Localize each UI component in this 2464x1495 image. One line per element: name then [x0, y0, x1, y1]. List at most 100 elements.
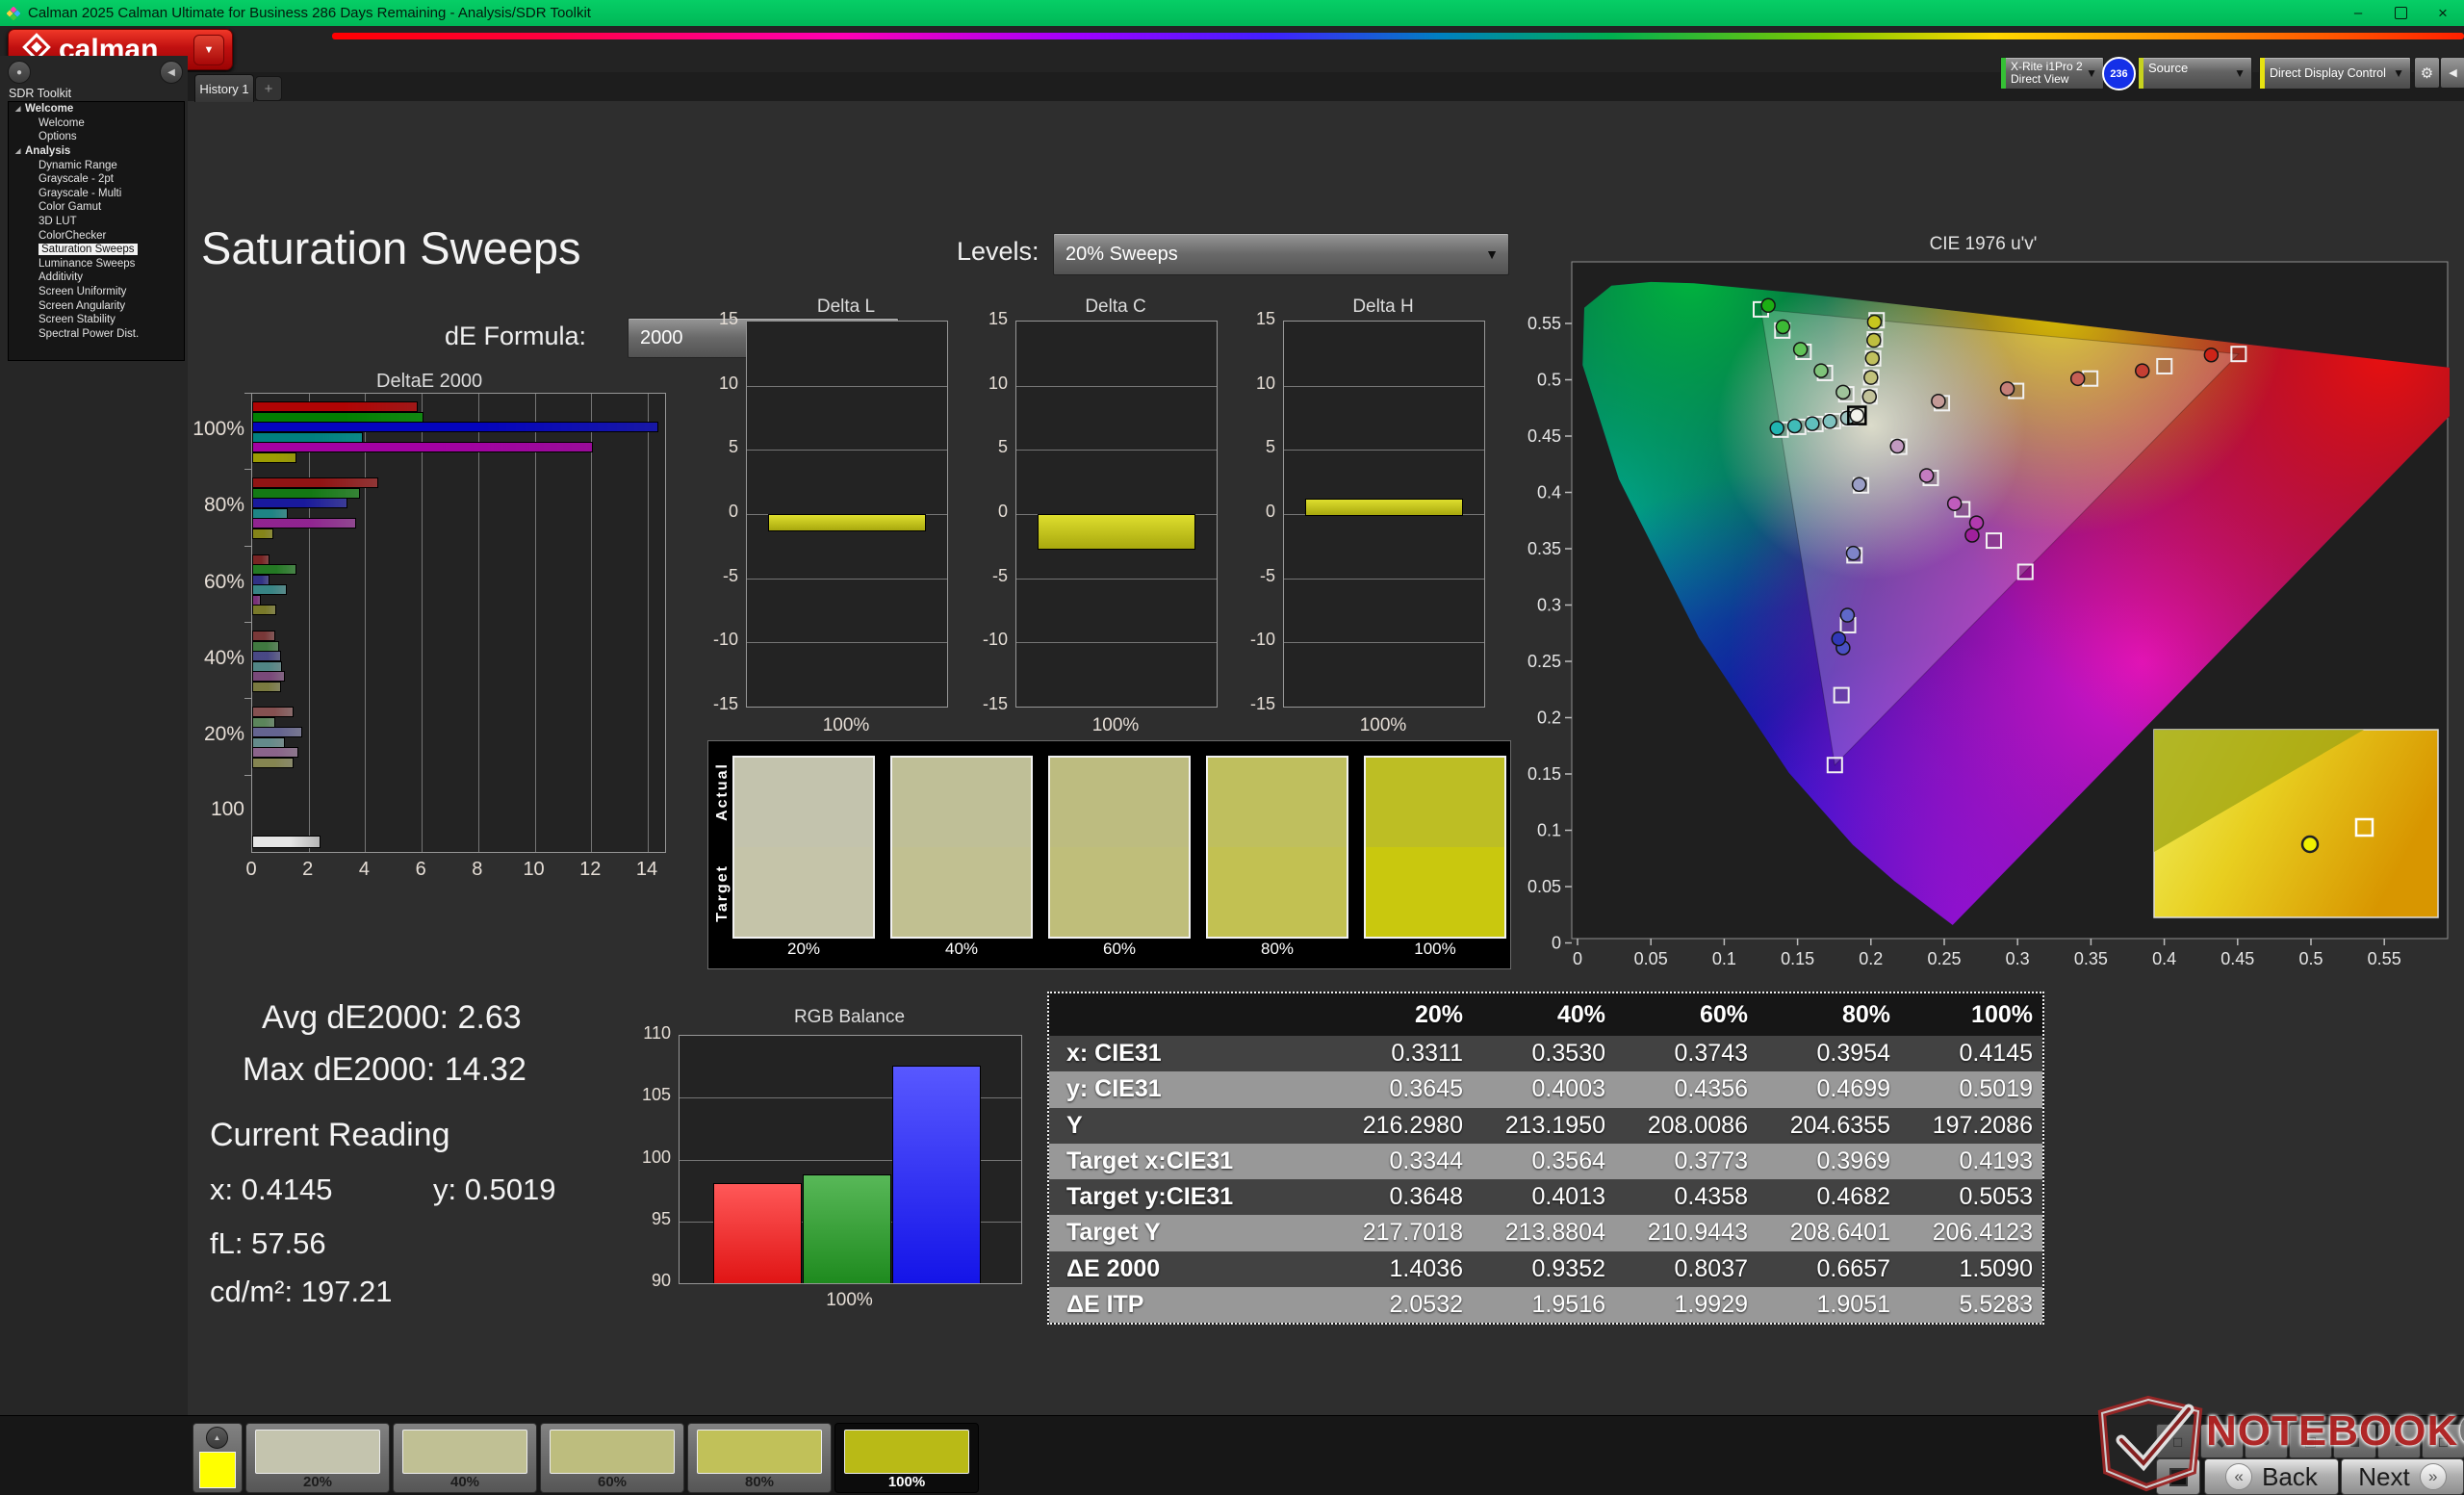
expand-patches-button[interactable]: ▲ — [206, 1427, 228, 1449]
svg-text:0.15: 0.15 — [1527, 764, 1561, 784]
axis-tick-label: 10 — [1233, 374, 1275, 394]
back-button[interactable]: « Back — [2204, 1458, 2339, 1495]
table-row[interactable]: x: CIE310.33110.35300.37430.39540.4145 — [1049, 1036, 2042, 1071]
axis-tick — [244, 469, 251, 470]
display-control-dropdown[interactable]: Direct Display Control ▼ — [2259, 57, 2411, 90]
settings-button[interactable]: ⚙ — [2414, 57, 2440, 89]
svg-text:0.5: 0.5 — [1537, 371, 1561, 390]
gear-icon: ⚙ — [2421, 64, 2433, 82]
axis-tick-label: 0 — [696, 502, 738, 522]
axis-tick-label: 0 — [237, 859, 266, 881]
close-button[interactable]: × — [2422, 0, 2464, 26]
sidebar-item-grayscale-2pt[interactable]: Grayscale - 2pt — [9, 172, 184, 187]
sidebar-item-additivity[interactable]: Additivity — [9, 271, 184, 285]
cie-measurement-dot — [1806, 417, 1819, 430]
sidebar-item-grayscale-multi[interactable]: Grayscale - Multi — [9, 187, 184, 201]
next-button[interactable]: Next » — [2341, 1458, 2464, 1495]
table-row[interactable]: Target y:CIE310.36480.40130.43580.46820.… — [1049, 1179, 2042, 1215]
grid-line — [1016, 642, 1217, 643]
de-formula-label: dE Formula: — [445, 322, 586, 351]
column-header: 60% — [1615, 1001, 1758, 1029]
plot-area — [1283, 321, 1485, 708]
table-row[interactable]: y: CIE310.36450.40030.43560.46990.5019 — [1049, 1071, 2042, 1107]
sidebar-item-3d-lut[interactable]: 3D LUT — [9, 215, 184, 229]
display-status-bar — [2260, 58, 2265, 89]
axis-tick-label: 8 — [463, 859, 492, 881]
logo-dropdown-arrow[interactable]: ▼ — [193, 35, 224, 65]
sidebar-collapse-button[interactable]: ◀ — [160, 61, 183, 84]
maximize-button[interactable] — [2379, 0, 2422, 26]
patch-thumb-60%[interactable]: 60% — [540, 1423, 684, 1493]
tree-item-label: Grayscale - Multi — [38, 188, 121, 199]
sidebar-item-screen-stability[interactable]: Screen Stability — [9, 313, 184, 327]
sidebar-item-spectral-power-dist-[interactable]: Spectral Power Dist. — [9, 327, 184, 342]
group-label: 60% — [179, 571, 244, 594]
grid-line — [1284, 579, 1484, 580]
patch-thumb-20%[interactable]: 20% — [245, 1423, 390, 1493]
target-label: Target — [714, 864, 732, 922]
source-label: Source — [2148, 61, 2188, 75]
cie-measurement-dot — [1832, 632, 1845, 646]
table-row[interactable]: ΔE 20001.40360.93520.80370.66571.5090 — [1049, 1251, 2042, 1287]
bar-segment — [252, 442, 593, 452]
swatch-40% — [890, 756, 1033, 939]
sidebar-item-welcome[interactable]: Welcome — [9, 116, 184, 131]
sweep-data-table[interactable]: 20%40%60%80%100%x: CIE310.33110.35300.37… — [1047, 992, 2044, 1325]
axis-tick-label: 95 — [632, 1209, 671, 1229]
collapse-panel-button[interactable]: ◀ — [2440, 57, 2464, 89]
sidebar-item-screen-angularity[interactable]: Screen Angularity — [9, 298, 184, 313]
sidebar-item-luminance-sweeps[interactable]: Luminance Sweeps — [9, 257, 184, 271]
axis-tick-label: 10 — [696, 374, 738, 394]
tab-history-1[interactable]: History 1 — [194, 74, 254, 102]
cell-value: 213.8804 — [1473, 1219, 1615, 1247]
source-dropdown[interactable]: Source ▼ — [2138, 57, 2252, 90]
patch-thumb-80%[interactable]: 80% — [687, 1423, 832, 1493]
axis-tick-label: 5 — [1233, 437, 1275, 457]
sidebar-item-options[interactable]: Options — [9, 130, 184, 144]
levels-dropdown[interactable]: 20% Sweeps ▼ — [1053, 233, 1509, 275]
minimize-button[interactable]: – — [2337, 0, 2379, 26]
notebookcheck-shield-icon — [2091, 1394, 2211, 1492]
row-label: Target Y — [1049, 1219, 1330, 1247]
sidebar-pin-button[interactable]: ● — [8, 61, 31, 84]
tree-item-label: Grayscale - 2pt — [38, 173, 114, 185]
table-row[interactable]: ΔE ITP2.05321.95161.99291.90515.5283 — [1049, 1287, 2042, 1323]
axis-tick-label: 90 — [632, 1271, 671, 1291]
maximize-icon — [2395, 7, 2407, 19]
tree-item-label: Dynamic Range — [38, 160, 117, 171]
cie-measurement-dot — [2001, 382, 2015, 396]
table-row[interactable]: Target Y217.7018213.8804210.9443208.6401… — [1049, 1215, 2042, 1250]
toolkit-title: SDR Toolkit — [9, 87, 71, 100]
table-row[interactable]: Target x:CIE310.33440.35640.37730.39690.… — [1049, 1144, 2042, 1179]
swatch-label: 80% — [1206, 940, 1348, 959]
tree-item-label: Luminance Sweeps — [38, 258, 135, 270]
bar-segment — [1305, 499, 1463, 516]
patch-thumb-40%[interactable]: 40% — [393, 1423, 537, 1493]
sidebar-item-colorchecker[interactable]: ColorChecker — [9, 228, 184, 243]
axis-tick-label: 5 — [696, 437, 738, 457]
table-row[interactable]: Y216.2980213.1950208.0086204.6355197.208… — [1049, 1108, 2042, 1144]
tree-header-welcome[interactable]: ◢Welcome — [9, 102, 184, 116]
axis-tick — [244, 393, 251, 394]
tree-header-analysis[interactable]: ◢Analysis — [9, 144, 184, 159]
meter-count-badge: 236 — [2102, 57, 2136, 90]
levels-value: 20% Sweeps — [1065, 244, 1178, 266]
axis-tick-label: -15 — [965, 694, 1008, 714]
meter-name: X-Rite i1Pro 2 — [2011, 60, 2083, 73]
add-tab-button[interactable]: + — [255, 76, 282, 101]
cie-measurement-dot — [1788, 419, 1802, 432]
sidebar-item-screen-uniformity[interactable]: Screen Uniformity — [9, 285, 184, 299]
cie-measurement-dot — [1920, 469, 1934, 482]
tree-expander-icon[interactable]: ◢ — [15, 147, 25, 155]
meter-dropdown[interactable]: X-Rite i1Pro 2 Direct View ▼ — [2000, 57, 2104, 90]
sidebar-item-color-gamut[interactable]: Color Gamut — [9, 200, 184, 215]
cell-value: 204.6355 — [1758, 1112, 1900, 1140]
cell-value: 0.5053 — [1900, 1183, 2042, 1211]
tree-expander-icon[interactable]: ◢ — [15, 105, 25, 113]
sidebar-item-dynamic-range[interactable]: Dynamic Range — [9, 158, 184, 172]
sidebar-item-saturation-sweeps[interactable]: Saturation Sweeps — [9, 243, 184, 257]
chart-title: RGB Balance — [679, 1007, 1020, 1028]
axis-tick-label: -15 — [696, 694, 738, 714]
grid-line — [1284, 450, 1484, 451]
patch-thumb-100%[interactable]: 100% — [834, 1423, 979, 1493]
